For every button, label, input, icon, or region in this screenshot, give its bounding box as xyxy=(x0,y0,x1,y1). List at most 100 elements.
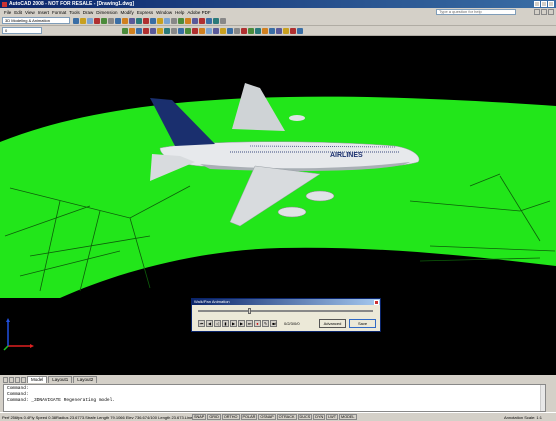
dyn-toggle[interactable]: DYN xyxy=(313,414,326,420)
record-button[interactable]: ● xyxy=(254,320,261,327)
properties-tool-icon-4[interactable] xyxy=(143,27,149,34)
standard-tool-icon-22[interactable] xyxy=(220,17,226,24)
frame-slider-thumb[interactable] xyxy=(248,308,251,314)
properties-tool-icon-3[interactable] xyxy=(136,27,142,34)
standard-tool-icon-1[interactable] xyxy=(73,17,79,24)
properties-tool-icon-21[interactable] xyxy=(262,27,268,34)
dialog-close-button[interactable] xyxy=(374,299,379,305)
properties-tool-icon-26[interactable] xyxy=(297,27,303,34)
tab-next-icon[interactable] xyxy=(15,377,20,383)
play-reverse-button[interactable]: ◁ xyxy=(214,320,221,327)
properties-tool-icon-5[interactable] xyxy=(150,27,156,34)
pause-button[interactable]: ▮ xyxy=(222,320,229,327)
tab-model[interactable]: Model xyxy=(27,376,48,383)
close-button[interactable] xyxy=(548,1,554,7)
tab-layout2[interactable]: Layout2 xyxy=(73,376,98,383)
tab-last-icon[interactable] xyxy=(21,377,26,383)
standard-tool-icon-12[interactable] xyxy=(150,17,156,24)
properties-tool-icon-22[interactable] xyxy=(269,27,275,34)
edit-path-button[interactable]: ✎ xyxy=(262,320,269,327)
workspace-dropdown[interactable]: 3D Modeling & Animation xyxy=(2,17,70,24)
tab-first-icon[interactable] xyxy=(3,377,8,383)
menu-draw[interactable]: Draw xyxy=(83,10,94,15)
standard-tool-icon-16[interactable] xyxy=(178,17,184,24)
go-start-button[interactable]: ⏮ xyxy=(198,320,205,327)
properties-tool-icon-1[interactable] xyxy=(122,27,128,34)
properties-tool-icon-18[interactable] xyxy=(241,27,247,34)
doc-close-button[interactable] xyxy=(548,9,554,15)
properties-tool-icon-24[interactable] xyxy=(283,27,289,34)
standard-tool-icon-5[interactable] xyxy=(101,17,107,24)
ducs-toggle[interactable]: DUCS xyxy=(297,414,313,420)
standard-tool-icon-7[interactable] xyxy=(115,17,121,24)
standard-tool-icon-11[interactable] xyxy=(143,17,149,24)
standard-tool-icon-19[interactable] xyxy=(199,17,205,24)
advanced-button[interactable]: Advanced xyxy=(319,319,346,328)
standard-tool-icon-13[interactable] xyxy=(157,17,163,24)
properties-tool-icon-6[interactable] xyxy=(157,27,163,34)
properties-tool-icon-12[interactable] xyxy=(199,27,205,34)
osnap-toggle[interactable]: OSNAP xyxy=(258,414,276,420)
doc-minimize-button[interactable] xyxy=(534,9,540,15)
play-button[interactable]: ▶ xyxy=(230,320,237,327)
standard-tool-icon-18[interactable] xyxy=(192,17,198,24)
menu-dimension[interactable]: Dimension xyxy=(96,10,117,15)
layer-dropdown[interactable]: 0 xyxy=(2,27,42,34)
frame-slider-track[interactable] xyxy=(198,310,373,312)
maximize-button[interactable] xyxy=(541,1,547,7)
properties-tool-icon-25[interactable] xyxy=(290,27,296,34)
model-toggle[interactable]: MODEL xyxy=(339,414,357,420)
standard-tool-icon-21[interactable] xyxy=(213,17,219,24)
standard-tool-icon-10[interactable] xyxy=(136,17,142,24)
menu-file[interactable]: File xyxy=(4,10,11,15)
properties-tool-icon-20[interactable] xyxy=(255,27,261,34)
properties-tool-icon-7[interactable] xyxy=(164,27,170,34)
annotation-scale[interactable]: Annotation Scale: 1:1 xyxy=(504,415,542,420)
properties-tool-icon-16[interactable] xyxy=(227,27,233,34)
save-button[interactable]: Save xyxy=(349,319,376,328)
standard-tool-icon-3[interactable] xyxy=(87,17,93,24)
grid-toggle[interactable]: GRID xyxy=(207,414,221,420)
menu-format[interactable]: Format xyxy=(52,10,66,15)
tab-prev-icon[interactable] xyxy=(9,377,14,383)
menu-express[interactable]: Express xyxy=(137,10,153,15)
menu-insert[interactable]: Insert xyxy=(38,10,49,15)
properties-tool-icon-13[interactable] xyxy=(206,27,212,34)
go-end-button[interactable]: ⏭ xyxy=(246,320,253,327)
snap-toggle[interactable]: SNAP xyxy=(192,414,207,420)
doc-restore-button[interactable] xyxy=(541,9,547,15)
menu-adobe-pdf[interactable]: Adobe PDF xyxy=(187,10,210,15)
help-search-input[interactable]: Type a question for help xyxy=(436,9,516,15)
standard-tool-icon-9[interactable] xyxy=(129,17,135,24)
standard-tool-icon-6[interactable] xyxy=(108,17,114,24)
standard-tool-icon-4[interactable] xyxy=(94,17,100,24)
properties-tool-icon-17[interactable] xyxy=(234,27,240,34)
otrack-toggle[interactable]: OTRACK xyxy=(276,414,297,420)
menu-edit[interactable]: Edit xyxy=(14,10,22,15)
polar-toggle[interactable]: POLAR xyxy=(240,414,258,420)
menu-tools[interactable]: Tools xyxy=(69,10,80,15)
properties-tool-icon-10[interactable] xyxy=(185,27,191,34)
standard-tool-icon-14[interactable] xyxy=(164,17,170,24)
menu-view[interactable]: View xyxy=(25,10,35,15)
standard-tool-icon-8[interactable] xyxy=(122,17,128,24)
properties-tool-icon-11[interactable] xyxy=(192,27,198,34)
standard-tool-icon-17[interactable] xyxy=(185,17,191,24)
properties-tool-icon-9[interactable] xyxy=(178,27,184,34)
menu-modify[interactable]: Modify xyxy=(121,10,134,15)
menu-help[interactable]: Help xyxy=(175,10,184,15)
properties-tool-icon-8[interactable] xyxy=(171,27,177,34)
properties-tool-icon-19[interactable] xyxy=(248,27,254,34)
properties-tool-icon-15[interactable] xyxy=(220,27,226,34)
menu-window[interactable]: Window xyxy=(156,10,172,15)
command-window[interactable]: Command: Command: Command: _3DNAVIGATE R… xyxy=(3,384,546,412)
tab-layout1[interactable]: Layout1 xyxy=(48,376,73,383)
standard-tool-icon-20[interactable] xyxy=(206,17,212,24)
lwt-toggle[interactable]: LWT xyxy=(326,414,339,420)
step-forward-button[interactable]: ▶ xyxy=(238,320,245,327)
properties-tool-icon-23[interactable] xyxy=(276,27,282,34)
standard-tool-icon-15[interactable] xyxy=(171,17,177,24)
standard-tool-icon-2[interactable] xyxy=(80,17,86,24)
ortho-toggle[interactable]: ORTHO xyxy=(221,414,240,420)
minimize-button[interactable] xyxy=(534,1,540,7)
